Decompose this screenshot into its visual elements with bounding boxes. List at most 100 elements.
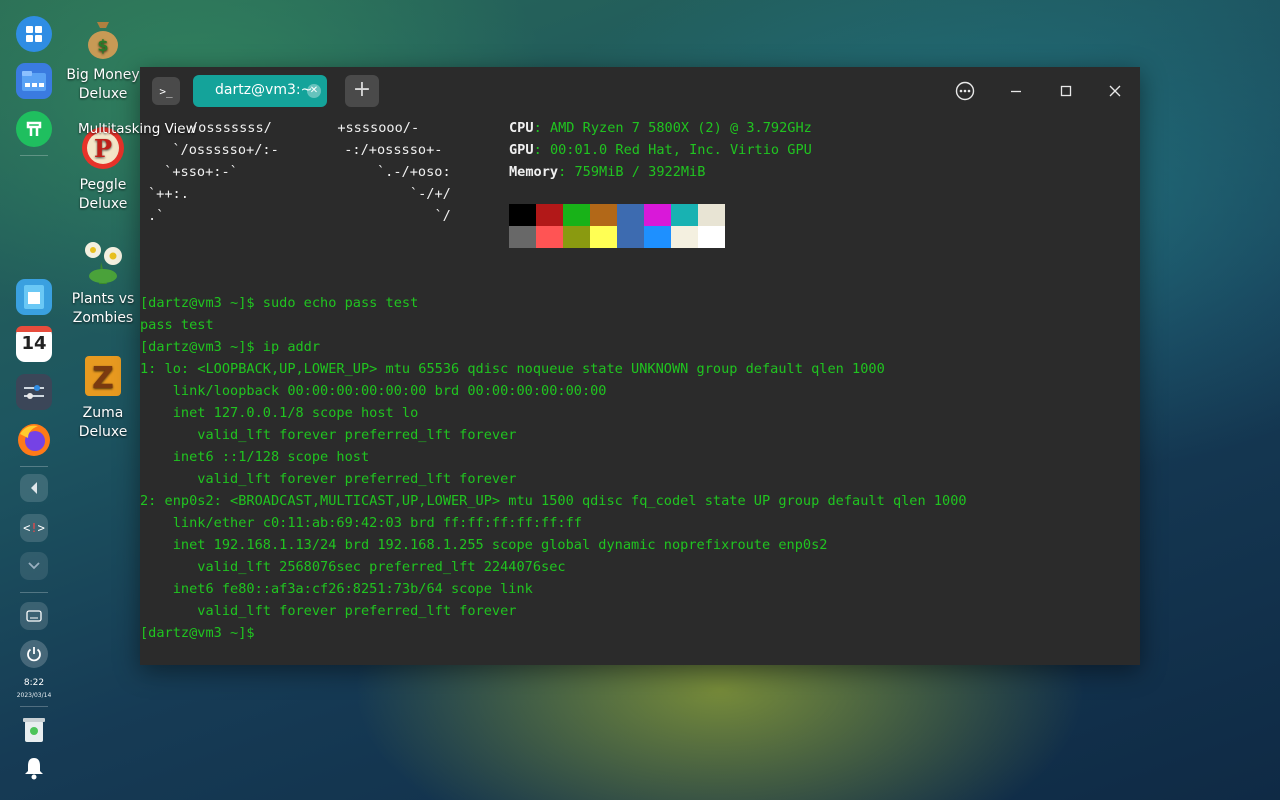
- terminal-icon: >_: [159, 84, 173, 98]
- color-palette: [509, 204, 725, 248]
- terminal-content[interactable]: /osssssss/ +ssssooo/- `/ossssso+/:- -:/+…: [140, 115, 1140, 665]
- money-bag-icon: $: [79, 14, 127, 62]
- app-store-icon[interactable]: [16, 111, 52, 147]
- tab-terminal[interactable]: dartz@vm3:~ ✕: [193, 75, 327, 107]
- zuma-icon: Z: [79, 352, 127, 400]
- terminal-window: >_ dartz@vm3:~ ✕ + /osssssss/ +ssssooo/-…: [140, 67, 1140, 665]
- desktop-icon-big-money[interactable]: $ Big Money Deluxe: [58, 14, 148, 104]
- plant-icon: [79, 238, 127, 286]
- color-swatch: [563, 204, 590, 226]
- close-icon: [1109, 85, 1121, 97]
- info-key: CPU: [509, 120, 534, 136]
- info-value: AMD Ryzen 7 5800X (2) @ 3.792GHz: [549, 120, 812, 136]
- desktop-icon-label: Zuma: [82, 405, 124, 421]
- output-line: inet 127.0.0.1/8 scope host lo: [140, 405, 419, 421]
- info-cpu: CPU: AMD Ryzen 7 5800X (2) @ 3.792GHz: [509, 120, 812, 136]
- settings-icon[interactable]: [16, 374, 52, 410]
- launcher-icon[interactable]: [16, 16, 52, 52]
- desktop-icon-label: Plants vs: [71, 291, 135, 307]
- svg-text:P: P: [94, 134, 112, 163]
- color-swatch: [617, 226, 644, 248]
- tab-title: dartz@vm3:~: [215, 82, 313, 98]
- color-swatch: [644, 226, 671, 248]
- info-gpu: GPU: 00:01.0 Red Hat, Inc. Virtio GPU: [509, 142, 812, 158]
- color-swatch: [590, 226, 617, 248]
- calendar-day: 14: [21, 333, 47, 354]
- minimize-icon: [1011, 90, 1021, 93]
- clock-time: 8:22: [23, 678, 45, 688]
- power-icon[interactable]: [20, 640, 48, 668]
- more-icon: [955, 81, 975, 101]
- file-manager-icon[interactable]: [16, 63, 52, 99]
- dev-tools-icon[interactable]: <!>: [20, 514, 48, 542]
- output-line: link/loopback 00:00:00:00:00:00 brd 00:0…: [140, 383, 607, 399]
- desktop-icon-label: Deluxe: [78, 86, 128, 102]
- chevron-down-icon[interactable]: [20, 552, 48, 580]
- output-line: [dartz@vm3 ~]$: [140, 625, 255, 641]
- desktop-icon-label: Big Money: [66, 67, 140, 83]
- dock-separator: [20, 466, 48, 467]
- title-bar[interactable]: >_ dartz@vm3:~ ✕ +: [140, 67, 1140, 115]
- more-options-button[interactable]: [953, 79, 977, 103]
- logo-line: /osssssss/ +ssssooo/-: [190, 120, 420, 136]
- output-line: 1: lo: <LOOPBACK,UP,LOWER_UP> mtu 65536 …: [140, 361, 885, 377]
- output-line: inet6 fe80::af3a:cf26:8251:73b/64 scope …: [140, 581, 533, 597]
- document-viewer-icon[interactable]: [16, 279, 52, 315]
- output-line: link/ether c0:11:ab:69:42:03 brd ff:ff:f…: [140, 515, 582, 531]
- color-swatch: [671, 204, 698, 226]
- tooltip: Multitasking View: [78, 121, 197, 137]
- info-value: 759MiB / 3922MiB: [574, 164, 706, 180]
- desktop-icon-label: Deluxe: [78, 424, 128, 440]
- color-swatch: [509, 226, 536, 248]
- notification-icon[interactable]: [16, 750, 52, 786]
- color-swatch: [563, 226, 590, 248]
- color-swatch: [671, 226, 698, 248]
- info-key: GPU: [509, 142, 534, 158]
- output-line: valid_lft forever preferred_lft forever: [140, 603, 517, 619]
- color-swatch: [698, 204, 725, 226]
- info-memory: Memory: 759MiB / 3922MiB: [509, 164, 706, 180]
- desktop-icon-label: Zombies: [72, 310, 134, 326]
- minimize-button[interactable]: [1004, 79, 1028, 103]
- color-swatch: [644, 204, 671, 226]
- output-line: 2: enp0s2: <BROADCAST,MULTICAST,UP,LOWER…: [140, 493, 967, 509]
- output-line: pass test: [140, 317, 214, 333]
- color-swatch: [590, 204, 617, 226]
- color-swatch: [536, 204, 563, 226]
- color-swatch: [617, 204, 644, 226]
- output-line: valid_lft forever preferred_lft forever: [140, 471, 517, 487]
- svg-text:Z: Z: [92, 361, 114, 396]
- desktop-icon-label: Deluxe: [78, 196, 128, 212]
- output-line: inet6 ::1/128 scope host: [140, 449, 370, 465]
- maximize-icon: [1060, 85, 1072, 97]
- desktop-icon-peggle[interactable]: P Peggle Deluxe: [58, 124, 148, 214]
- new-tab-button[interactable]: +: [345, 75, 379, 107]
- info-value: 00:01.0 Red Hat, Inc. Virtio GPU: [549, 142, 812, 158]
- output-line: [dartz@vm3 ~]$ ip addr: [140, 339, 321, 355]
- tab-close-icon[interactable]: ✕: [307, 84, 321, 98]
- logo-line: `+sso+:-` `.-/+oso:: [156, 164, 451, 180]
- terminal-menu-button[interactable]: >_: [152, 77, 180, 105]
- color-swatch: [698, 226, 725, 248]
- calendar-icon[interactable]: 14: [16, 326, 52, 362]
- clock-date: 2023/03/14: [16, 692, 52, 699]
- sidebar-collapse-icon[interactable]: [20, 474, 48, 502]
- svg-text:$: $: [97, 36, 108, 55]
- keyboard-icon[interactable]: [20, 602, 48, 630]
- firefox-icon[interactable]: [16, 422, 52, 458]
- logo-line: .` `/: [148, 208, 451, 224]
- close-button[interactable]: [1103, 79, 1127, 103]
- trash-icon[interactable]: [16, 712, 52, 748]
- output-line: valid_lft 2568076sec preferred_lft 22440…: [140, 559, 566, 575]
- maximize-button[interactable]: [1054, 79, 1078, 103]
- dock-separator: [20, 155, 48, 156]
- logo-line: `/ossssso+/:- -:/+osssso+-: [156, 142, 443, 158]
- color-swatch: [509, 204, 536, 226]
- color-swatch: [536, 226, 563, 248]
- dock-separator: [20, 592, 48, 593]
- info-key: Memory: [509, 164, 559, 180]
- desktop-icon-zuma[interactable]: Z Zuma Deluxe: [58, 352, 148, 442]
- logo-line: `++:. `-/+/: [148, 186, 451, 202]
- output-line: valid_lft forever preferred_lft forever: [140, 427, 517, 443]
- desktop-icon-plants-vs-zombies[interactable]: Plants vs Zombies: [58, 238, 148, 328]
